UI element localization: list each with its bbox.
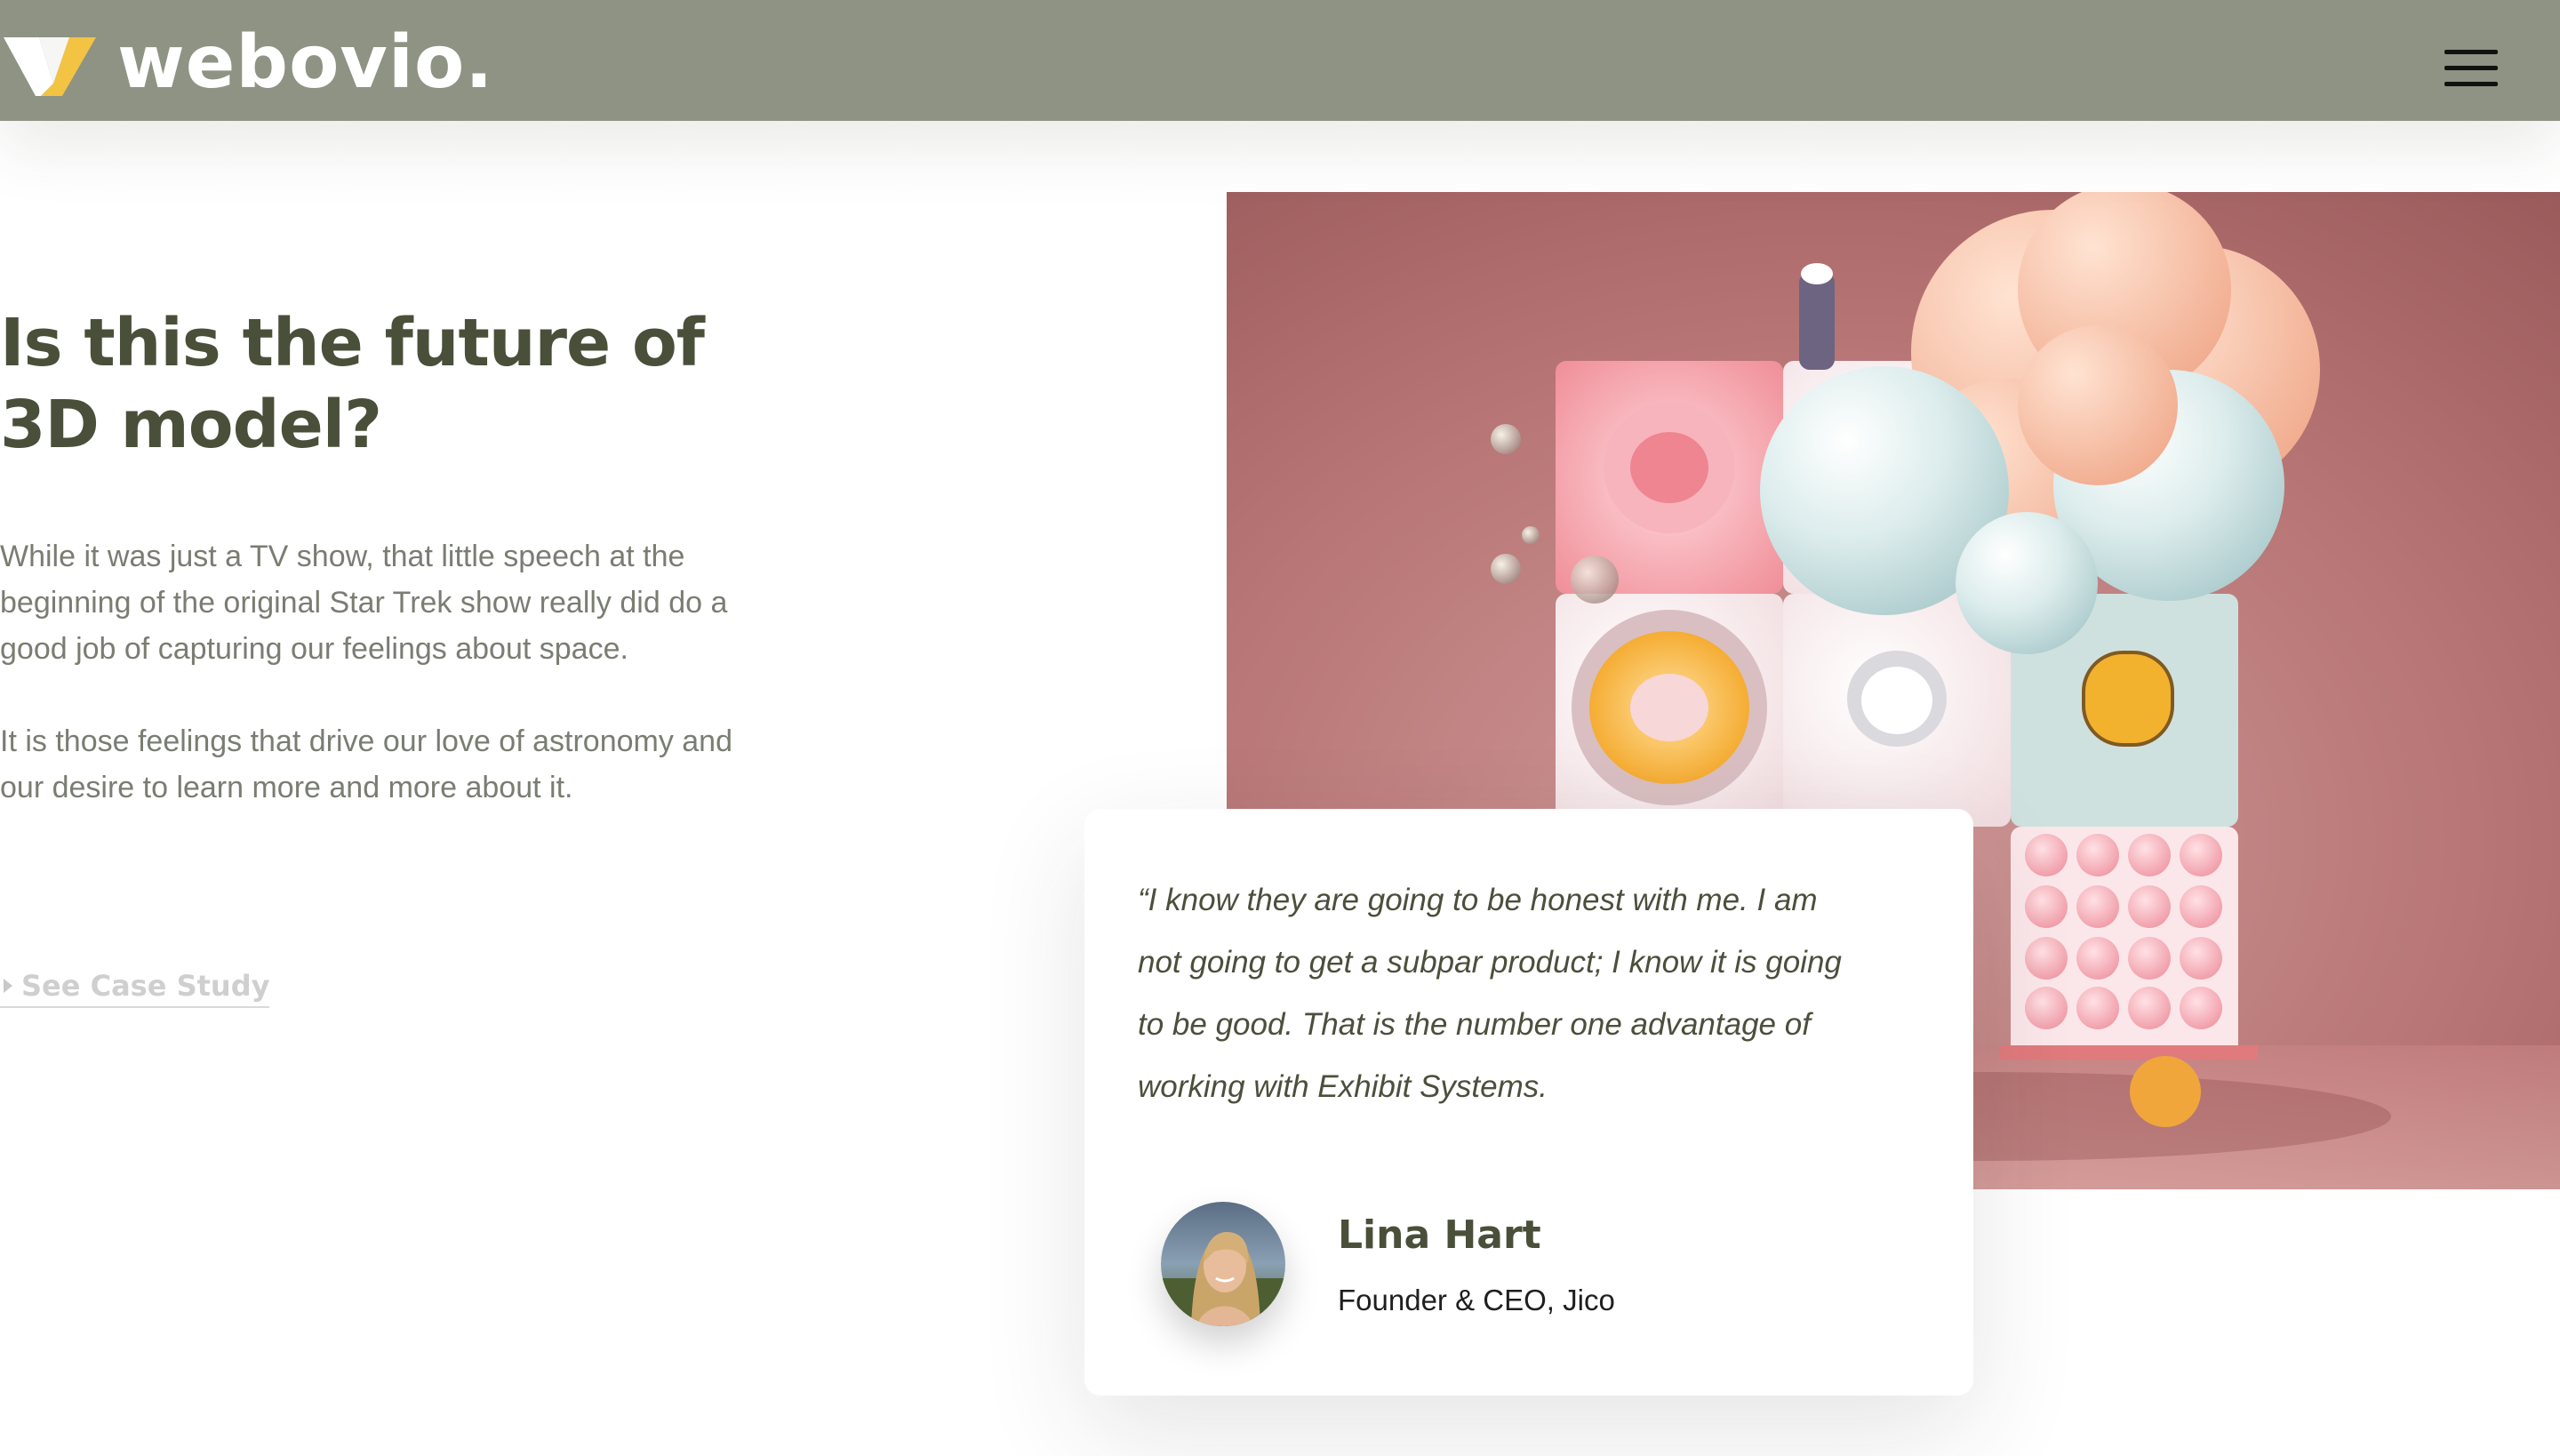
see-case-study-link[interactable]: See Case Study bbox=[0, 969, 270, 1008]
logo-text: webovio. bbox=[117, 20, 494, 105]
hamburger-menu-icon[interactable] bbox=[2436, 46, 2507, 92]
logo-icon bbox=[4, 37, 96, 96]
logo-link[interactable]: webovio. bbox=[4, 27, 493, 100]
see-case-study-label: See Case Study bbox=[21, 969, 270, 1003]
caret-right-icon bbox=[4, 979, 12, 993]
author-role: Founder & CEO, Jico bbox=[1338, 1284, 1615, 1316]
hero-paragraph-2: It is those feelings that drive our love… bbox=[0, 724, 733, 804]
testimonial-card: “I know they are going to be honest with… bbox=[1084, 809, 1973, 1396]
testimonial-quote: “I know they are going to be honest with… bbox=[1138, 883, 1842, 1104]
site-header: webovio. bbox=[0, 0, 2560, 121]
author-name: Lina Hart bbox=[1338, 1212, 1541, 1258]
hero-title: Is this the future of 3D model? bbox=[0, 305, 705, 463]
hero-paragraph-1: While it was just a TV show, that little… bbox=[0, 540, 728, 666]
avatar bbox=[1161, 1202, 1285, 1326]
